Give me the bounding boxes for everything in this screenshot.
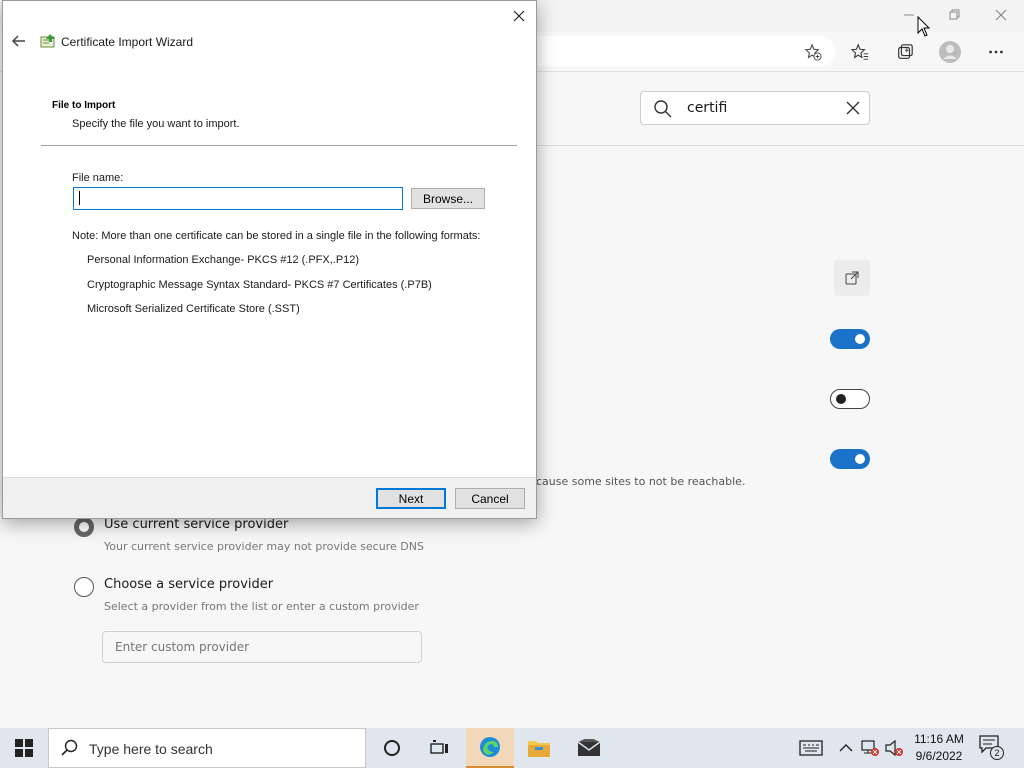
- radio-label: Choose a service provider: [104, 577, 274, 592]
- favorites-icon: [851, 43, 869, 60]
- clock-time[interactable]: 11:16 AM: [912, 732, 966, 746]
- volume-button[interactable]: [884, 738, 904, 758]
- restore-icon: [949, 9, 960, 20]
- star-add-icon: [804, 43, 822, 61]
- cortana-icon: [384, 740, 400, 756]
- task-view-icon: [430, 740, 448, 754]
- more-menu-button[interactable]: [981, 37, 1011, 67]
- wizard-title: Certificate Import Wizard: [61, 35, 194, 49]
- network-disconnected-icon: [861, 740, 879, 756]
- file-explorer-button[interactable]: [515, 728, 563, 768]
- favorites-button[interactable]: [845, 37, 875, 67]
- format-item: Cryptographic Message Syntax Standard- P…: [87, 279, 432, 291]
- cortana-button[interactable]: [368, 728, 416, 768]
- certificate-import-wizard: Certificate Import Wizard File to Import…: [2, 0, 537, 519]
- back-arrow-icon[interactable]: [9, 31, 29, 51]
- windows-logo-icon: [15, 739, 33, 757]
- add-favorite-button[interactable]: [798, 37, 828, 67]
- edge-taskbar-button[interactable]: [466, 728, 514, 768]
- taskbar: Type here to search 11:16 AM 9/6/2022 2: [0, 728, 1024, 768]
- header-separator: [41, 145, 517, 146]
- taskbar-search-box[interactable]: Type here to search: [48, 728, 366, 768]
- page-title: File to Import: [52, 100, 116, 111]
- browse-button[interactable]: Browse...: [411, 188, 485, 209]
- radio-button-checked[interactable]: [74, 517, 94, 537]
- edge-icon: [480, 737, 500, 757]
- radio-description: Your current service provider may not pr…: [104, 540, 424, 553]
- radio-button[interactable]: [74, 577, 94, 597]
- wizard-footer: Next Cancel: [3, 477, 536, 518]
- radio-label: Use current service provider: [104, 517, 289, 532]
- custom-provider-input[interactable]: [102, 631, 422, 663]
- mouse-cursor-icon: [917, 16, 931, 37]
- text-caret: [79, 191, 80, 205]
- file-name-input[interactable]: [73, 187, 403, 210]
- clock-date[interactable]: 9/6/2022: [912, 749, 966, 763]
- page-subtitle: Specify the file you want to import.: [72, 118, 240, 130]
- search-icon: [61, 739, 78, 756]
- clear-search-icon[interactable]: [845, 100, 861, 116]
- external-link-icon: [845, 271, 859, 285]
- settings-search-box[interactable]: certifi: [640, 91, 870, 125]
- show-hidden-icons-button[interactable]: [836, 738, 856, 758]
- formats-note: Note: More than one certificate can be s…: [72, 230, 481, 242]
- certificate-icon: [40, 34, 55, 48]
- mail-button[interactable]: [565, 728, 613, 768]
- setting-toggle-1[interactable]: [830, 329, 870, 349]
- folder-icon: [528, 741, 550, 757]
- search-icon: [654, 100, 672, 118]
- open-external-button[interactable]: [834, 260, 870, 296]
- format-item: Personal Information Exchange- PKCS #12 …: [87, 254, 360, 266]
- address-bar[interactable]: [530, 36, 835, 66]
- ellipsis-icon: [989, 50, 1003, 54]
- avatar-icon: [939, 41, 961, 63]
- file-name-label: File name:: [72, 172, 124, 184]
- action-center-button[interactable]: 2: [978, 734, 1008, 762]
- format-item: Microsoft Serialized Certificate Store (…: [87, 303, 300, 315]
- secure-dns-toggle[interactable]: [830, 449, 870, 469]
- secure-dns-description: cause some sites to not be reachable.: [536, 475, 746, 488]
- cancel-button[interactable]: Cancel: [455, 488, 525, 509]
- mail-icon: [577, 739, 601, 756]
- next-button[interactable]: Next: [376, 488, 446, 509]
- browser-close-button[interactable]: [978, 0, 1024, 30]
- restore-button[interactable]: [932, 0, 978, 30]
- wizard-close-button[interactable]: [506, 3, 532, 29]
- notification-count-badge: 2: [990, 746, 1004, 760]
- profile-button[interactable]: [935, 37, 965, 67]
- collections-button[interactable]: [890, 37, 920, 67]
- start-button[interactable]: [0, 728, 48, 768]
- settings-search-value: certifi: [687, 100, 728, 116]
- divider: [536, 145, 1024, 146]
- task-view-button[interactable]: [416, 728, 464, 768]
- collections-icon: [898, 44, 913, 59]
- taskbar-search-placeholder: Type here to search: [89, 741, 213, 757]
- keyboard-icon: [799, 740, 823, 756]
- network-status-button[interactable]: [860, 738, 880, 758]
- touch-keyboard-button[interactable]: [798, 738, 824, 758]
- close-icon: [513, 10, 525, 22]
- minimize-icon: [904, 14, 914, 16]
- setting-toggle-2[interactable]: [830, 389, 870, 409]
- chevron-up-icon: [839, 744, 853, 752]
- toggle-knob: [855, 334, 865, 344]
- close-icon: [995, 9, 1007, 21]
- radio-description: Select a provider from the list or enter…: [104, 600, 419, 613]
- toggle-knob: [855, 454, 865, 464]
- toggle-knob: [836, 394, 846, 404]
- volume-muted-icon: [885, 739, 903, 757]
